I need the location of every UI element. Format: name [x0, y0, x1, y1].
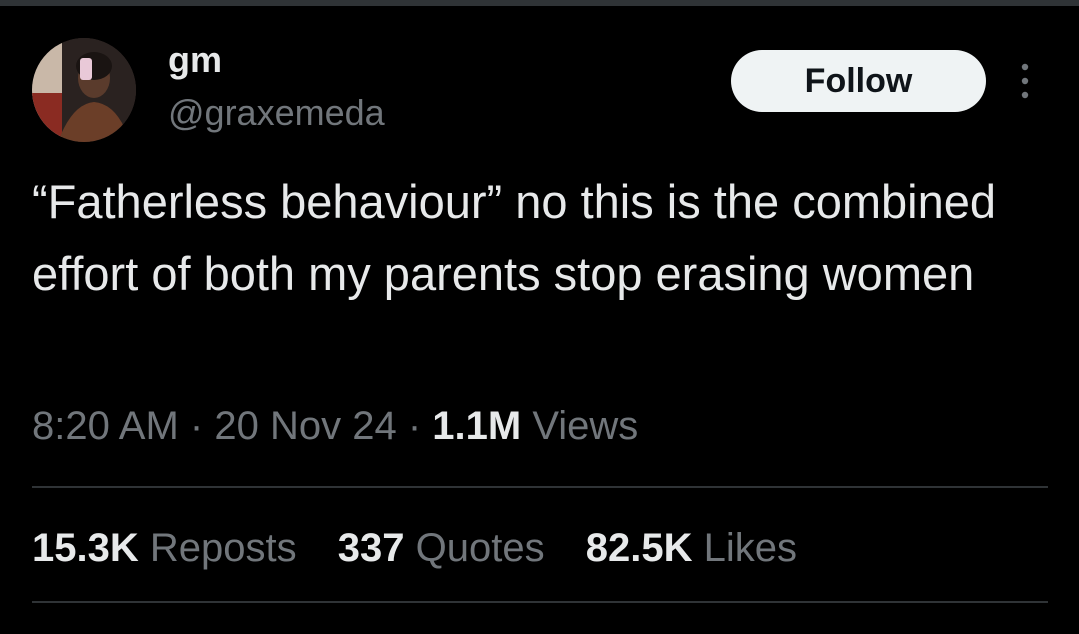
user-handle[interactable]: @graxemeda: [168, 91, 385, 135]
tweet-meta: 8:20 AM · 20 Nov 24 · 1.1M Views: [32, 400, 638, 452]
quotes-stat[interactable]: 337 Quotes: [338, 520, 545, 576]
likes-count: 82.5K: [585, 526, 693, 570]
avatar-image: [32, 38, 136, 142]
display-name[interactable]: gm: [168, 38, 222, 82]
top-border: [0, 0, 1079, 6]
quotes-count: 337: [337, 526, 405, 570]
engagement-stats: 15.3K Reposts 337 Quotes 82.5K Likes: [32, 520, 827, 576]
views-label: Views: [532, 404, 639, 448]
reposts-label: Reposts: [149, 526, 297, 570]
meta-separator: ·: [407, 404, 422, 448]
likes-label: Likes: [703, 526, 797, 570]
reposts-stat[interactable]: 15.3K Reposts: [32, 520, 297, 576]
views-count[interactable]: 1.1M: [432, 404, 521, 448]
divider: [32, 486, 1048, 488]
divider: [32, 601, 1048, 603]
avatar[interactable]: [32, 38, 136, 142]
more-vertical-icon[interactable]: [1012, 62, 1038, 100]
tweet-time[interactable]: 8:20 AM: [32, 404, 179, 448]
meta-separator: ·: [189, 404, 204, 448]
follow-button[interactable]: Follow: [731, 50, 986, 112]
tweet-text: “Fatherless behaviour” no this is the co…: [32, 175, 996, 300]
likes-stat[interactable]: 82.5K Likes: [586, 520, 797, 576]
reposts-count: 15.3K: [32, 526, 139, 570]
tweet-date[interactable]: 20 Nov 24: [214, 404, 396, 448]
quotes-label: Quotes: [415, 526, 545, 570]
